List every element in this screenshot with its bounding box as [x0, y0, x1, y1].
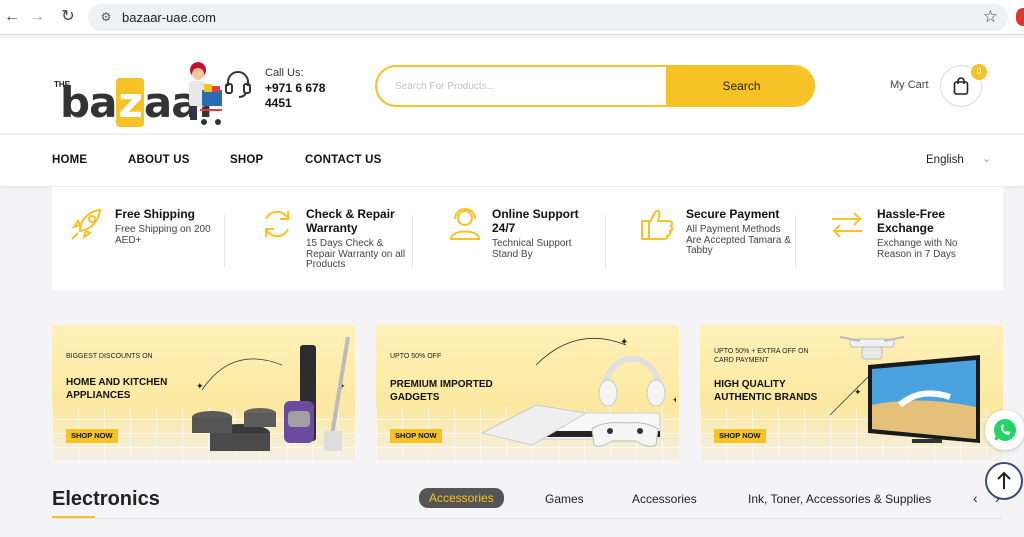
shop-now-button[interactable]: SHOP NOW — [714, 429, 766, 443]
banner-kicker: UPTO 50% OFF — [390, 353, 442, 360]
support-agent-icon — [449, 208, 481, 240]
section-title-electronics: Electronics — [52, 488, 160, 510]
kitchen-appliances-image: ✦ ✦ — [192, 336, 350, 451]
site-header: THE bazaar Call Us: +971 6 678 4451 Sear… — [0, 38, 1024, 133]
thumbs-up-icon — [641, 209, 674, 240]
shopping-bag-icon — [953, 77, 969, 95]
refresh-icon — [265, 210, 289, 238]
headset-icon — [225, 71, 251, 98]
banner-headline: HIGH QUALITY AUTHENTIC BRANDS — [714, 379, 818, 403]
mascot-with-cart-icon — [189, 62, 222, 125]
section-divider — [52, 518, 1003, 519]
arrow-up-icon — [997, 471, 1011, 489]
chevron-left-icon[interactable]: ‹ — [973, 490, 978, 506]
whatsapp-button[interactable] — [985, 410, 1024, 450]
svg-text:✦: ✦ — [620, 337, 628, 348]
search-button[interactable]: Search — [666, 67, 813, 105]
feature-desc: Technical Support Stand By — [492, 238, 572, 260]
feature-title: Secure Payment — [686, 207, 780, 221]
phone-number[interactable]: +971 6 678 4451 — [265, 81, 345, 111]
feature-title: Free Shipping — [115, 207, 196, 221]
svg-text:✦: ✦ — [196, 381, 204, 391]
call-us-label: Call Us: — [265, 67, 304, 79]
feature-divider — [605, 215, 606, 267]
nav-item-home[interactable]: HOME — [52, 154, 87, 166]
nav-item-contact-us[interactable]: CONTACT US — [305, 154, 382, 166]
nav-item-shop[interactable]: SHOP — [230, 154, 263, 166]
site-info-icon[interactable]: ⚙ — [98, 9, 114, 25]
banner-gadgets[interactable]: UPTO 50% OFF PREMIUM IMPORTED GADGETS SH… — [376, 325, 679, 462]
svg-text:✦: ✦ — [672, 395, 676, 405]
search-bar: Search — [375, 65, 815, 107]
banner-kicker: BIGGEST DISCOUNTS ON — [66, 353, 153, 360]
address-bar[interactable]: ⚙ bazaar-uae.com ☆ — [88, 4, 1008, 31]
feature-desc: Free Shipping on 200 AED+ — [115, 224, 211, 246]
feature-divider — [795, 215, 796, 267]
cart-count-badge: 0 — [971, 64, 987, 80]
search-input[interactable] — [377, 67, 667, 105]
language-selector[interactable]: English — [926, 154, 964, 166]
tab-games[interactable]: Games — [545, 492, 584, 506]
brands-tv-drone-image: ✦ — [829, 336, 980, 443]
shop-now-button[interactable]: SHOP NOW — [390, 429, 442, 443]
svg-text:✦: ✦ — [854, 387, 862, 397]
nav-item-about-us[interactable]: ABOUT US — [128, 154, 190, 166]
feature-title: Online Support 24/7 — [492, 207, 579, 235]
scroll-to-top-button[interactable] — [985, 462, 1023, 500]
bookmark-star-icon[interactable]: ☆ — [983, 7, 998, 27]
banner-home-kitchen[interactable]: BIGGEST DISCOUNTS ON HOME AND KITCHEN AP… — [52, 325, 355, 462]
chevron-down-icon[interactable]: ⌄ — [982, 152, 991, 165]
rocket-icon — [71, 208, 102, 240]
tab-accessories-2[interactable]: Accessories — [632, 492, 697, 506]
back-arrow-icon[interactable]: ← — [2, 7, 22, 27]
main-nav: HOME ABOUT US SHOP CONTACT US English ⌄ — [0, 134, 1024, 186]
feature-desc: Exchange with No Reason in 7 Days — [877, 238, 958, 260]
bazaar-logo[interactable]: THE bazaar — [52, 60, 227, 130]
feature-divider — [412, 215, 413, 267]
whatsapp-icon — [994, 419, 1016, 441]
forward-arrow-icon[interactable]: → — [27, 7, 47, 27]
feature-divider — [224, 215, 225, 267]
banner-kicker: UPTO 50% + EXTRA OFF ON CARD PAYMENT — [714, 348, 809, 364]
profile-avatar[interactable] — [1016, 8, 1024, 26]
tab-accessories[interactable]: Accessories — [419, 488, 504, 508]
shop-now-button[interactable]: SHOP NOW — [66, 429, 118, 443]
my-cart-label[interactable]: My Cart — [890, 79, 929, 91]
features-strip: Free Shipping Free Shipping on 200 AED+ … — [52, 187, 1003, 290]
cart-button[interactable]: 0 — [940, 64, 987, 107]
gadgets-image: ✦ ✦ — [480, 337, 676, 447]
feature-desc: All Payment Methods Are Accepted Tamara … — [686, 224, 791, 256]
reload-icon[interactable]: ↻ — [58, 7, 78, 27]
exchange-arrows-icon — [832, 212, 862, 238]
feature-title: Hassle-Free Exchange — [877, 207, 946, 235]
tab-ink-toner[interactable]: Ink, Toner, Accessories & Supplies — [748, 492, 931, 506]
url-text[interactable]: bazaar-uae.com — [122, 10, 216, 25]
feature-title: Check & Repair Warranty — [306, 207, 395, 235]
browser-toolbar: ← → ↻ ⚙ bazaar-uae.com ☆ — [0, 0, 1024, 35]
feature-desc: 15 Days Check & Repair Warranty on all P… — [306, 238, 406, 270]
banner-authentic-brands[interactable]: UPTO 50% + EXTRA OFF ON CARD PAYMENT HIG… — [700, 325, 1003, 462]
